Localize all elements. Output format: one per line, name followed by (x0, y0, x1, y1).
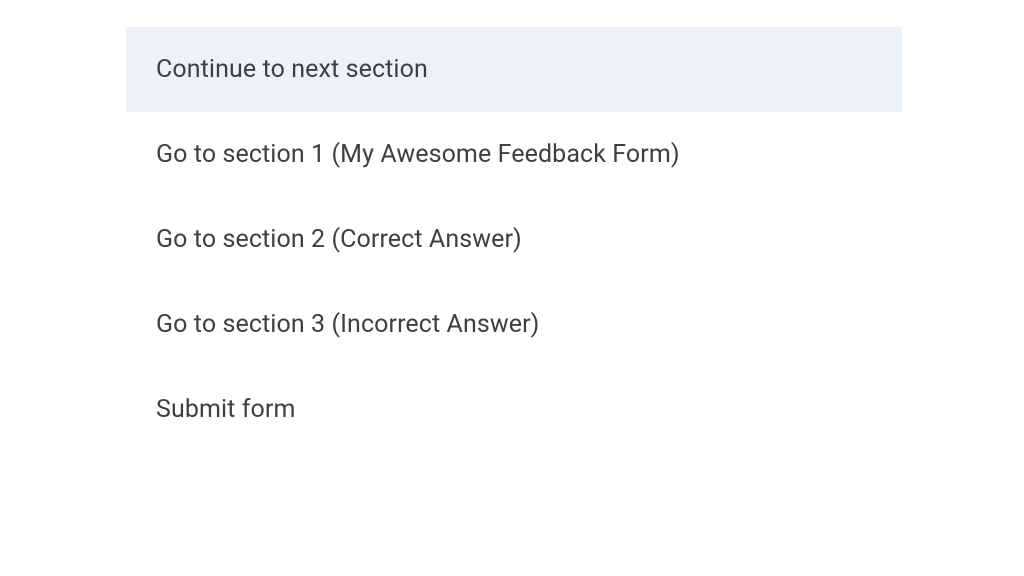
menu-item-label: Go to section 1 (My Awesome Feedback For… (156, 140, 680, 169)
menu-item-label: Go to section 2 (Correct Answer) (156, 225, 522, 254)
menu-item-label: Continue to next section (156, 55, 428, 84)
menu-item-label: Go to section 3 (Incorrect Answer) (156, 310, 539, 339)
menu-item-go-to-section-1[interactable]: Go to section 1 (My Awesome Feedback For… (126, 112, 902, 197)
menu-item-go-to-section-2[interactable]: Go to section 2 (Correct Answer) (126, 197, 902, 282)
menu-item-submit-form[interactable]: Submit form (126, 367, 902, 452)
menu-item-continue-next-section[interactable]: Continue to next section (126, 27, 902, 112)
menu-item-go-to-section-3[interactable]: Go to section 3 (Incorrect Answer) (126, 282, 902, 367)
menu-item-label: Submit form (156, 395, 296, 424)
section-routing-dropdown: Continue to next section Go to section 1… (126, 27, 902, 452)
